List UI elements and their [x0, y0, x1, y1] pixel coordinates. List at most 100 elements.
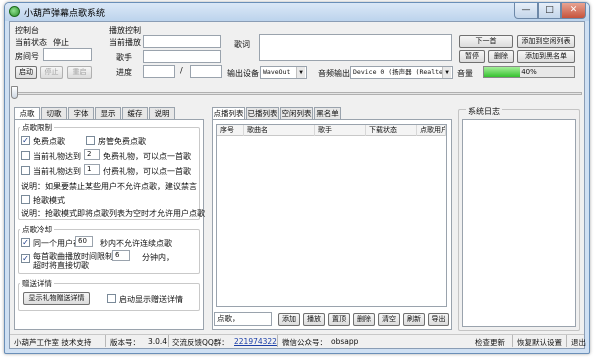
- seek-track[interactable]: [12, 92, 582, 95]
- status-divider: [277, 335, 278, 347]
- delete-song-button[interactable]: 删除: [488, 50, 514, 63]
- qq-group-link[interactable]: 221974322: [234, 337, 277, 346]
- dropdown-arrow-icon: ▼: [296, 67, 305, 78]
- pin-top-button[interactable]: 置顶: [328, 313, 350, 326]
- now-playing-field: [143, 35, 221, 48]
- add-button[interactable]: 添加: [278, 313, 300, 326]
- minimize-button[interactable]: —: [514, 3, 538, 19]
- cooldown-title: 点歌冷却: [20, 224, 54, 235]
- gift-free-pre: 当前礼物达到: [33, 152, 81, 161]
- grab-mode-label: 抢歌模式: [33, 196, 65, 205]
- column-header-song[interactable]: 歌曲名: [244, 125, 315, 136]
- tab-idle-list[interactable]: 空闲列表: [280, 107, 313, 119]
- restart-button[interactable]: 重启: [67, 66, 92, 79]
- qq-group-label: 交流反馈QQ群：: [172, 338, 229, 347]
- volume-value: 40%: [521, 68, 537, 76]
- volume-label: 音量: [457, 69, 473, 78]
- exit-link[interactable]: 退出: [571, 337, 586, 348]
- gift-paid-pre: 当前礼物达到: [33, 167, 81, 176]
- song-time-post2: 超时将直接切歌: [33, 261, 89, 270]
- tab-skip[interactable]: 切歌: [41, 107, 67, 119]
- song-limit-title: 点歌限制: [20, 122, 54, 133]
- refresh-button[interactable]: 刷新: [403, 313, 425, 326]
- control-heading: 控制台: [15, 26, 39, 35]
- delete-button[interactable]: 删除: [353, 313, 375, 326]
- status-divider: [105, 335, 106, 347]
- room-label: 房间号: [15, 52, 39, 61]
- gift-detail-title: 赠送详情: [20, 278, 54, 289]
- play-button[interactable]: 播放: [303, 313, 325, 326]
- gift-paid-checkbox[interactable]: [21, 166, 30, 175]
- restore-defaults-link[interactable]: 恢复默认设置: [517, 337, 562, 348]
- start-button[interactable]: 启动: [15, 66, 37, 79]
- free-song-checkbox[interactable]: ✓: [21, 136, 30, 145]
- export-button[interactable]: 导出: [428, 313, 449, 326]
- tab-played-list[interactable]: 已播列表: [246, 107, 279, 119]
- singer-label: 歌手: [116, 53, 132, 62]
- state-value: 停止: [53, 38, 69, 47]
- tab-font[interactable]: 字体: [68, 107, 94, 119]
- settings-tabs: 点歌 切歌 字体 显示 缓存 说明: [14, 107, 204, 120]
- gift-free-count[interactable]: 2: [84, 149, 100, 160]
- state-label: 当前状态: [15, 38, 47, 47]
- gift-paid-post: 付费礼物，可以点一首歌: [103, 167, 191, 176]
- check-update-link[interactable]: 检查更新: [475, 337, 505, 348]
- status-divider: [512, 335, 513, 347]
- same-user-seconds[interactable]: 60: [75, 236, 93, 247]
- song-time-post: 分钟内，: [142, 253, 174, 262]
- limit-note: 说明：如果要禁止某些用户不允许点歌，建议禁言: [21, 182, 197, 191]
- audio-output-label: 音频输出: [318, 69, 350, 78]
- guard-free-label: 房管免费点歌: [98, 137, 146, 146]
- song-time-limit-checkbox[interactable]: ✓: [21, 254, 30, 263]
- add-to-blacklist-button[interactable]: 添加到黑名单: [517, 50, 575, 63]
- column-header-singer[interactable]: 歌手: [315, 125, 366, 136]
- output-device-select[interactable]: WaveOut ▼: [260, 66, 307, 79]
- show-gift-detail-button[interactable]: 显示礼物赠送详情: [23, 292, 90, 305]
- now-playing-label: 当前播放: [109, 38, 141, 47]
- log-title: 系统日志: [466, 106, 502, 117]
- log-textbox[interactable]: [462, 119, 576, 327]
- tab-blacklist[interactable]: 黑名单: [314, 107, 341, 119]
- playlist-tabs: 点播列表 已播列表 空闲列表 黑名单: [212, 107, 452, 120]
- guard-free-checkbox[interactable]: [86, 136, 95, 145]
- playback-heading: 播放控制: [109, 26, 141, 35]
- tab-display[interactable]: 显示: [95, 107, 121, 119]
- gift-paid-count[interactable]: 1: [84, 164, 100, 175]
- progress-label: 进度: [116, 68, 132, 77]
- tab-cache[interactable]: 缓存: [122, 107, 148, 119]
- add-to-idle-list-button[interactable]: 添加到空闲列表: [517, 35, 575, 48]
- free-song-label: 免费点歌: [33, 137, 65, 146]
- seek-thumb[interactable]: [11, 86, 18, 99]
- pause-button[interactable]: 暂停: [459, 50, 485, 63]
- version-value: 3.0.4: [148, 337, 168, 346]
- same-user-checkbox[interactable]: ✓: [21, 238, 30, 247]
- wechat-label: 微信公众号：: [282, 338, 327, 347]
- grab-mode-checkbox[interactable]: [21, 195, 30, 204]
- progress-total: [190, 65, 222, 78]
- stop-button[interactable]: 停止: [40, 66, 63, 79]
- wechat-value: obsapp: [331, 337, 359, 346]
- song-input[interactable]: 点歌，: [214, 312, 272, 326]
- tab-help[interactable]: 说明: [149, 107, 175, 119]
- column-header-user[interactable]: 点歌用户: [417, 125, 446, 136]
- column-header-download[interactable]: 下载状态: [366, 125, 417, 136]
- audio-output-select[interactable]: Device 0 (扬声器 (Realtel ▼: [350, 66, 453, 79]
- singer-field: [143, 50, 221, 63]
- close-button[interactable]: ✕: [561, 3, 586, 19]
- playlist-table[interactable]: 序号 歌曲名 歌手 下载状态 点歌用户: [216, 124, 447, 307]
- auto-show-gift-label: 启动显示赠送详情: [119, 295, 183, 304]
- studio-credit: 小葫芦工作室 技术支持: [14, 338, 92, 347]
- auto-show-gift-checkbox[interactable]: [107, 294, 116, 303]
- version-label: 版本号：: [110, 338, 140, 347]
- same-user-pre: 同一个用户在: [33, 239, 81, 248]
- progress-current: [143, 65, 175, 78]
- output-device-label: 输出设备: [227, 69, 259, 78]
- progress-separator: /: [180, 66, 183, 75]
- song-time-minutes[interactable]: 6: [112, 250, 130, 261]
- column-header-index[interactable]: 序号: [217, 125, 244, 136]
- maximize-button[interactable]: □: [538, 3, 561, 19]
- room-input[interactable]: [43, 48, 92, 61]
- clear-button[interactable]: 清空: [378, 313, 400, 326]
- gift-free-checkbox[interactable]: [21, 151, 30, 160]
- next-song-button[interactable]: 下一首: [459, 35, 513, 48]
